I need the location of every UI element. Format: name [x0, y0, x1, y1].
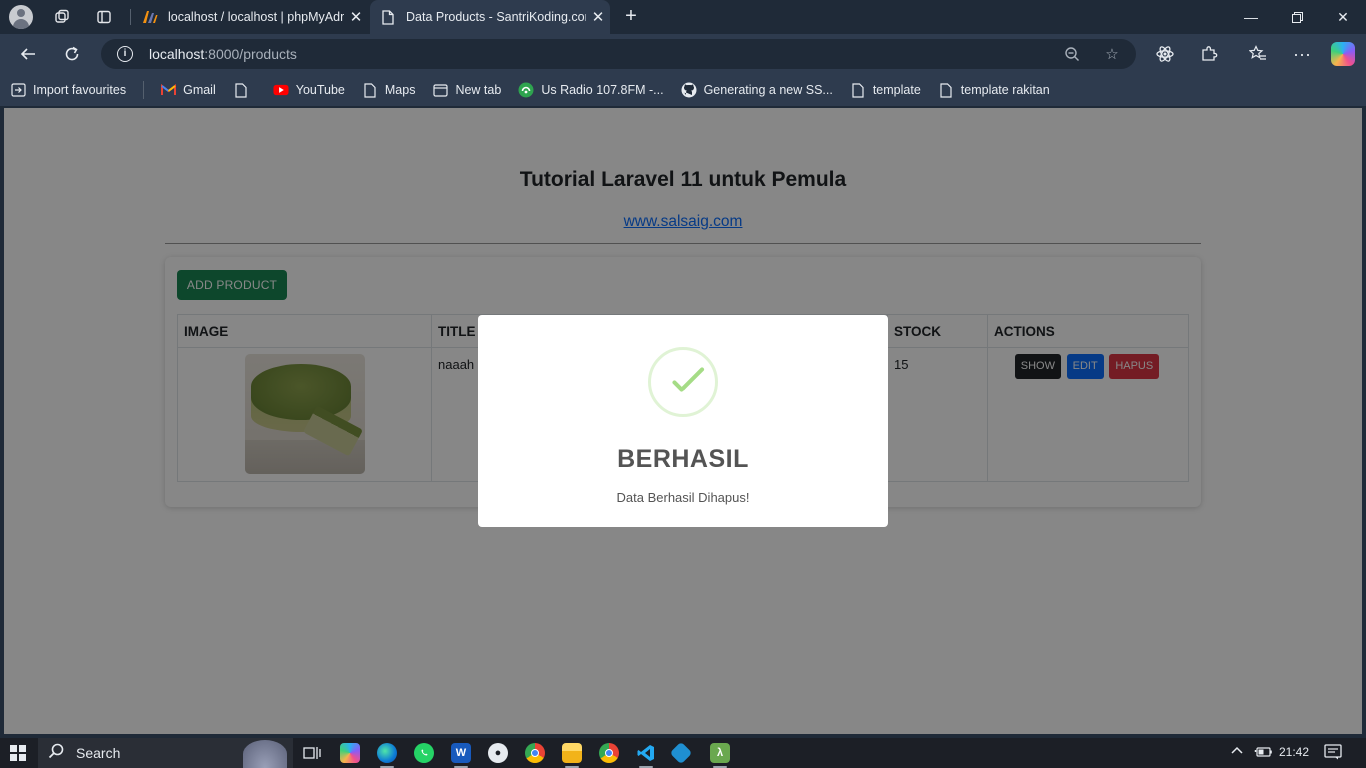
extension-atom-icon[interactable]	[1153, 42, 1177, 66]
success-dialog: BERHASIL Data Berhasil Dihapus!	[478, 315, 888, 527]
page-icon	[850, 82, 866, 98]
close-tab-icon[interactable]: ✕	[586, 8, 610, 26]
zoom-out-icon[interactable]	[1063, 45, 1081, 63]
windows-taskbar: Search W ● λ 21:42	[0, 738, 1366, 768]
favorites-list-icon[interactable]	[1246, 42, 1270, 66]
page-icon	[233, 82, 249, 98]
chrome-profile-icon[interactable]	[599, 743, 619, 763]
new-tab-plus-icon[interactable]: +	[620, 5, 642, 27]
windows-start-icon[interactable]	[10, 745, 26, 761]
task-view-icon[interactable]	[302, 743, 322, 763]
tab-phpmyadmin[interactable]: localhost / localhost | phpMyAdm ✕	[132, 0, 368, 34]
address-bar-row: i localhost:8000/products ☆ ···	[0, 34, 1366, 74]
bookmark-new-tab[interactable]: New tab	[432, 82, 501, 98]
bookmark-us-radio[interactable]: Us Radio 107.8FM -...	[518, 82, 664, 98]
minimize-icon[interactable]: —	[1228, 0, 1274, 34]
refresh-icon[interactable]	[60, 42, 84, 66]
clock-time[interactable]: 21:42	[1279, 745, 1309, 759]
word-icon[interactable]: W	[451, 743, 471, 763]
dialog-message: Data Berhasil Dihapus!	[616, 490, 750, 505]
extensions-puzzle-icon[interactable]	[1197, 42, 1221, 66]
close-window-icon[interactable]: ✕	[1320, 0, 1366, 34]
page-icon	[380, 9, 396, 25]
copilot-app-icon[interactable]	[340, 743, 360, 763]
file-explorer-icon[interactable]	[562, 743, 582, 763]
bookmark-maps[interactable]: Maps	[362, 82, 415, 98]
radio-icon	[518, 82, 534, 98]
bookmark-untitled[interactable]	[233, 82, 256, 98]
page-icon	[362, 82, 378, 98]
battery-icon[interactable]	[1254, 746, 1272, 761]
success-check-icon	[648, 347, 718, 417]
vscode-icon[interactable]	[636, 743, 656, 763]
github-icon	[681, 82, 697, 98]
taskbar-search-box[interactable]: Search	[38, 738, 293, 768]
url-field[interactable]: i localhost:8000/products ☆	[101, 39, 1136, 69]
tab-title: Data Products - SantriKoding.com	[406, 10, 586, 24]
bookmark-github-ssh[interactable]: Generating a new SS...	[681, 82, 833, 98]
bookmark-template-rakitan[interactable]: template rakitan	[938, 82, 1050, 98]
browser-tab-bar: localhost / localhost | phpMyAdm ✕ Data …	[0, 0, 1366, 34]
phpmyadmin-icon	[142, 9, 158, 25]
newtab-icon	[432, 82, 448, 98]
more-options-icon[interactable]: ···	[1290, 42, 1314, 66]
site-info-icon[interactable]: i	[117, 46, 133, 62]
edge-browser-icon[interactable]	[377, 743, 397, 763]
lambda-app-icon[interactable]: λ	[710, 743, 730, 763]
chrome-icon[interactable]	[525, 743, 545, 763]
bookmarks-bar: Import favourites Gmail YouTube Maps New…	[0, 74, 1366, 106]
tab-actions-icon[interactable]	[95, 8, 113, 26]
app-diamond-icon[interactable]	[669, 741, 693, 765]
bookmark-gmail[interactable]: Gmail	[160, 82, 216, 98]
profile-avatar-icon[interactable]	[9, 5, 33, 29]
copilot-icon[interactable]	[1331, 42, 1355, 66]
search-highlight-icon	[243, 740, 287, 768]
import-icon	[10, 82, 26, 98]
tab-title: localhost / localhost | phpMyAdm	[168, 10, 344, 24]
url-text: localhost:8000/products	[149, 46, 297, 62]
github-desktop-icon[interactable]: ●	[488, 743, 508, 763]
bookmark-youtube[interactable]: YouTube	[273, 82, 345, 98]
search-icon	[48, 743, 64, 764]
dialog-title: BERHASIL	[617, 445, 749, 473]
favorite-star-icon[interactable]: ☆	[1103, 45, 1121, 63]
search-label: Search	[76, 745, 121, 761]
whatsapp-icon[interactable]	[414, 743, 434, 763]
page-viewport: Tutorial Laravel 11 untuk Pemula www.sal…	[4, 108, 1362, 734]
workspaces-icon[interactable]	[53, 8, 71, 26]
bookmark-import-favourites[interactable]: Import favourites	[10, 82, 126, 98]
gmail-icon	[160, 82, 176, 98]
tray-chevron-up-icon[interactable]	[1230, 744, 1244, 761]
tab-data-products[interactable]: Data Products - SantriKoding.com ✕	[370, 0, 610, 34]
bookmark-template[interactable]: template	[850, 82, 921, 98]
notifications-icon[interactable]	[1324, 744, 1342, 763]
youtube-icon	[273, 82, 289, 98]
page-icon	[938, 82, 954, 98]
restore-icon[interactable]	[1274, 0, 1320, 34]
back-arrow-icon[interactable]	[16, 42, 40, 66]
close-tab-icon[interactable]: ✕	[344, 8, 368, 26]
